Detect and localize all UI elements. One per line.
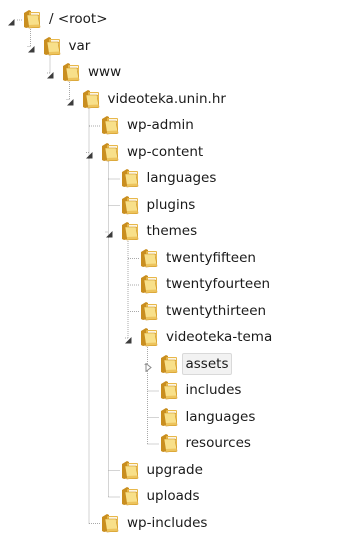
folder-icon bbox=[101, 513, 119, 533]
folder-icon bbox=[101, 115, 119, 135]
tree-item-var[interactable]: var bbox=[65, 35, 95, 57]
folder-icon bbox=[160, 407, 178, 427]
tree-item-uploads[interactable]: uploads bbox=[143, 485, 204, 507]
folder-icon bbox=[121, 486, 139, 506]
folder-icon bbox=[121, 221, 139, 241]
tree-item-languages[interactable]: languages bbox=[182, 406, 260, 428]
folder-icon bbox=[160, 433, 178, 453]
folder-icon bbox=[140, 327, 158, 347]
folder-icon bbox=[62, 62, 80, 82]
tree-item-assets[interactable]: assets bbox=[181, 352, 233, 375]
expand-toggle-down-icon[interactable] bbox=[27, 42, 36, 52]
tree-item-upgrade[interactable]: upgrade bbox=[143, 459, 207, 481]
expand-toggle-down-icon[interactable] bbox=[124, 333, 133, 344]
folder-icon bbox=[140, 248, 158, 268]
folder-icon bbox=[82, 89, 100, 109]
tree-item-wp-includes[interactable]: wp-includes bbox=[123, 512, 211, 534]
folder-icon bbox=[101, 142, 119, 162]
tree-item-twentyfifteen[interactable]: twentyfifteen bbox=[162, 247, 260, 269]
tree-item-videoteka-unin-hr[interactable]: videoteka.unin.hr bbox=[104, 88, 230, 110]
expand-toggle-down-icon[interactable] bbox=[105, 227, 114, 238]
expand-toggle-down-icon[interactable] bbox=[46, 68, 55, 79]
tree-item-twentythirteen[interactable]: twentythirteen bbox=[162, 300, 270, 322]
folder-icon bbox=[121, 460, 139, 480]
tree-item-plugins[interactable]: plugins bbox=[143, 194, 200, 216]
tree-item-www[interactable]: www bbox=[84, 61, 125, 83]
expand-toggle-down-icon[interactable] bbox=[66, 95, 75, 105]
tree-item-resources[interactable]: resources bbox=[182, 432, 255, 454]
tree-item-themes[interactable]: themes bbox=[143, 220, 202, 242]
folder-icon bbox=[160, 354, 178, 374]
folder-icon bbox=[160, 380, 178, 400]
tree-item-root[interactable]: / <root> bbox=[45, 8, 112, 30]
expand-toggle-down-icon[interactable] bbox=[85, 148, 94, 158]
folder-icon bbox=[121, 195, 139, 215]
tree-item-includes[interactable]: includes bbox=[182, 379, 246, 401]
folder-icon bbox=[43, 36, 61, 56]
folder-tree: / <root> var www videoteka.unin.hr wp-admin w… bbox=[0, 0, 347, 534]
expand-toggle-down-icon[interactable] bbox=[7, 15, 16, 26]
expand-toggle-right-icon[interactable] bbox=[144, 360, 153, 373]
tree-item-videoteka-tema[interactable]: videoteka-tema bbox=[162, 326, 276, 348]
folder-icon bbox=[140, 274, 158, 294]
tree-item-wp-admin[interactable]: wp-admin bbox=[123, 114, 198, 136]
tree-item-languages[interactable]: languages bbox=[143, 167, 221, 189]
tree-item-wp-content[interactable]: wp-content bbox=[123, 141, 207, 163]
tree-item-twentyfourteen[interactable]: twentyfourteen bbox=[162, 273, 274, 295]
folder-icon bbox=[121, 168, 139, 188]
folder-icon bbox=[23, 9, 41, 29]
folder-icon bbox=[140, 301, 158, 321]
